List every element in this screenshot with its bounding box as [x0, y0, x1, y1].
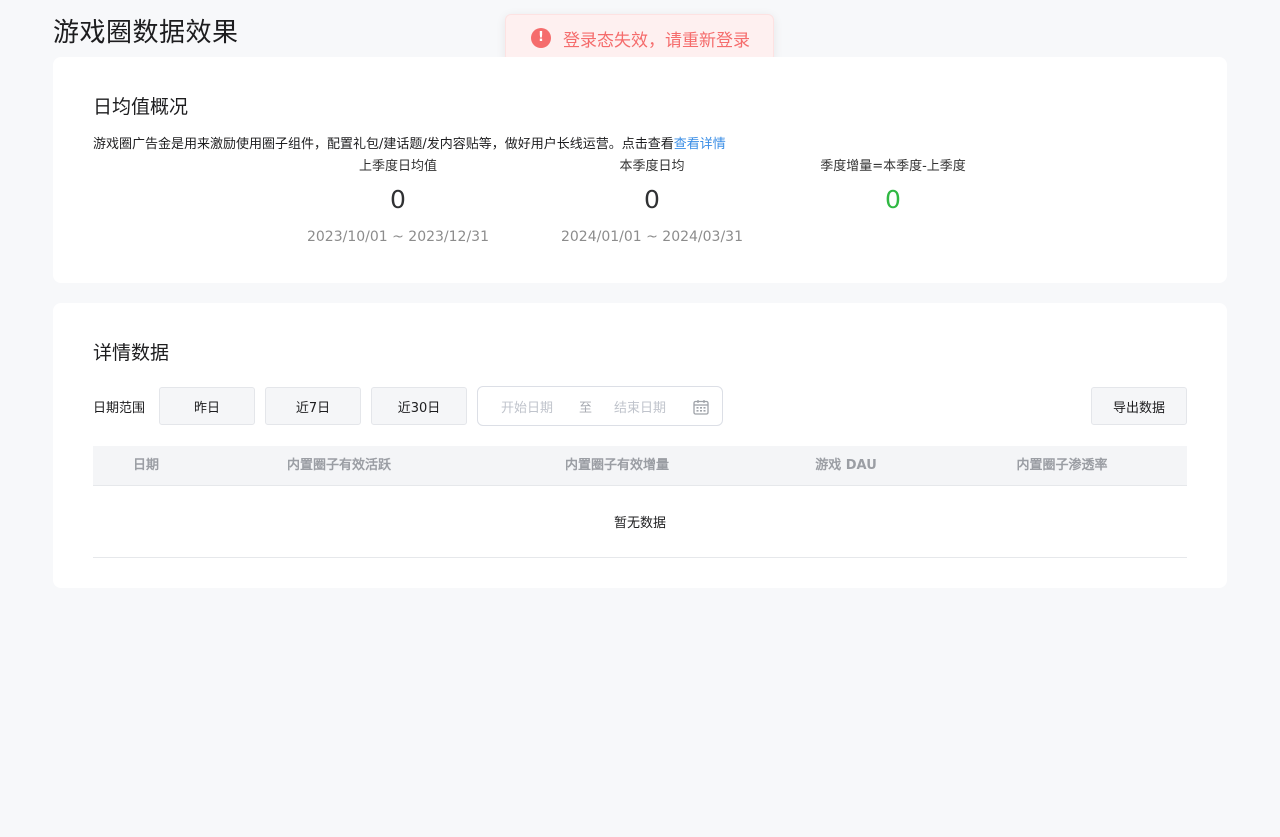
stat-label: 季度增量=本季度-上季度 — [820, 159, 966, 174]
stat-value: 0 — [885, 185, 901, 214]
stat-label: 上季度日均值 — [358, 159, 437, 174]
date-range-picker[interactable]: 开始日期 至 结束日期 — [477, 386, 723, 426]
page-title: 游戏圈数据效果 — [53, 18, 239, 48]
stat-label: 本季度日均 — [619, 159, 685, 174]
table-header: 日期 内置圈子有效活跃 内置圈子有效增量 游戏 DAU 内置圈子渗透率 — [93, 446, 1187, 486]
stat-last-quarter: 上季度日均值 0 2023/10/01 ~ 2023/12/31 — [288, 158, 508, 247]
start-date-input[interactable]: 开始日期 — [501, 397, 553, 416]
error-toast: ! 登录态失效，请重新登录 — [505, 14, 774, 62]
date-separator: 至 — [579, 400, 593, 416]
stat-value: 0 — [644, 185, 660, 214]
detail-title: 详情数据 — [93, 342, 170, 364]
column-header-date: 日期 — [132, 458, 159, 473]
column-header-active: 内置圈子有效活跃 — [286, 458, 391, 473]
stat-value: 0 — [390, 185, 406, 214]
error-icon: ! — [531, 28, 551, 48]
overview-description: 游戏圈广告金是用来激励使用圈子组件，配置礼包/建话题/发内容贴等，做好用户长线运… — [93, 133, 726, 152]
stat-this-quarter: 本季度日均 0 2024/01/01 ~ 2024/03/31 — [542, 158, 762, 247]
overview-title: 日均值概况 — [93, 96, 189, 118]
date-range-label: 日期范围 — [93, 401, 146, 416]
end-date-input[interactable]: 结束日期 — [614, 397, 666, 416]
yesterday-button[interactable]: 昨日 — [159, 387, 255, 425]
column-header-dau: 游戏 DAU — [815, 458, 877, 473]
toast-message: 登录态失效，请重新登录 — [563, 30, 750, 51]
view-details-link[interactable]: 查看详情 — [674, 137, 726, 152]
page: 游戏圈数据效果 ! 登录态失效，请重新登录 日均值概况 游戏圈广告金是用来激励使… — [0, 0, 1280, 837]
stat-quarter-increment: 季度增量=本季度-上季度 0 — [783, 158, 1003, 215]
stat-date-range: 2024/01/01 ~ 2024/03/31 — [560, 229, 743, 245]
last-30-days-button[interactable]: 近30日 — [371, 387, 467, 425]
export-data-button[interactable]: 导出数据 — [1091, 387, 1187, 425]
stat-date-range: 2023/10/01 ~ 2023/12/31 — [306, 229, 489, 245]
overview-card: 日均值概况 游戏圈广告金是用来激励使用圈子组件，配置礼包/建话题/发内容贴等，做… — [53, 57, 1227, 283]
detail-card: 详情数据 日期范围 昨日 近7日 近30日 开始日期 至 结束日期 导出数据 日… — [53, 303, 1227, 588]
calendar-icon[interactable] — [692, 398, 710, 416]
last-7-days-button[interactable]: 近7日 — [265, 387, 361, 425]
table-empty-state: 暂无数据 — [93, 486, 1187, 558]
description-text: 游戏圈广告金是用来激励使用圈子组件，配置礼包/建话题/发内容贴等，做好用户长线运… — [93, 137, 674, 152]
column-header-penetration: 内置圈子渗透率 — [1016, 458, 1108, 473]
column-header-growth: 内置圈子有效增量 — [564, 458, 669, 473]
